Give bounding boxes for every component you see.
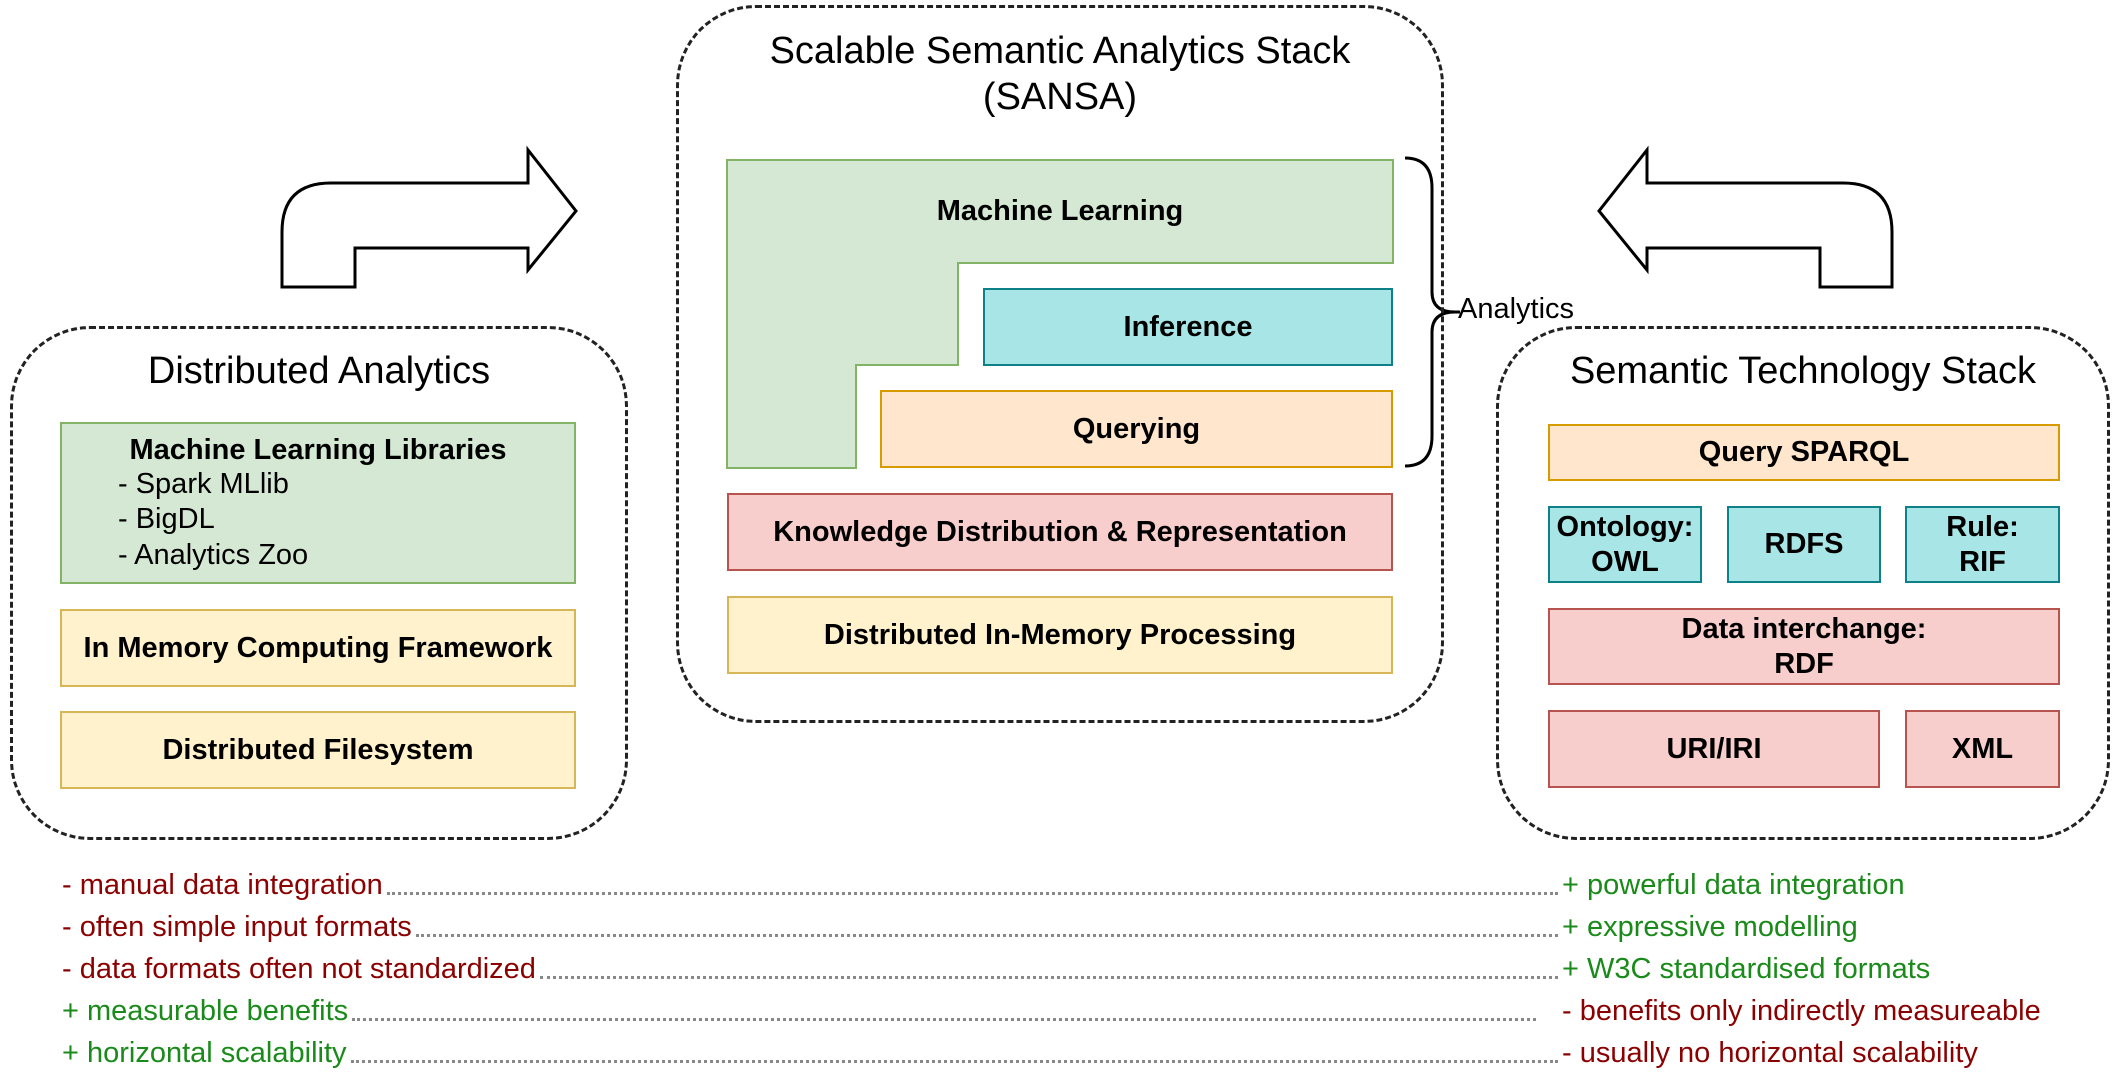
- rule-box: Rule: RIF: [1905, 506, 2060, 583]
- distributed-title: Distributed Analytics: [147, 350, 491, 392]
- rdfs-box: RDFS: [1727, 506, 1881, 583]
- dotted-leader: [386, 892, 1558, 895]
- comparison-right: - benefits only indirectly measureable: [1562, 995, 2041, 1027]
- list-item: - Spark MLlib: [118, 468, 289, 500]
- ontology-box: Ontology: OWL: [1548, 506, 1702, 583]
- in-memory-box: In Memory Computing Framework: [60, 609, 576, 687]
- dotted-leader: [539, 976, 1558, 979]
- machine-learning-label: Machine Learning: [936, 195, 1184, 227]
- knowledge-layer: Knowledge Distribution & Representation: [727, 493, 1393, 571]
- comparison-row: + horizontal scalability - usually no ho…: [62, 1034, 2052, 1068]
- list-item: - Analytics Zoo: [118, 538, 309, 571]
- comparison-right: + expressive modelling: [1562, 911, 1858, 943]
- dotted-leader: [352, 1018, 1536, 1021]
- comparison-left: + horizontal scalability: [62, 1037, 347, 1069]
- semantic-title: Semantic Technology Stack: [1569, 350, 2037, 392]
- comparison-row: - often simple input formats + expressiv…: [62, 908, 2052, 942]
- query-sparql-box: Query SPARQL: [1548, 424, 2060, 481]
- ml-libraries-list: - Spark MLlib - BigDL - Analytics Zoo: [118, 467, 574, 573]
- dotted-leader: [415, 934, 1558, 937]
- processing-layer: Distributed In-Memory Processing: [727, 596, 1393, 674]
- ml-libraries-title: Machine Learning Libraries: [129, 434, 507, 466]
- comparison-section: - manual data integration + powerful dat…: [62, 866, 2052, 1068]
- inference-layer: Inference: [983, 288, 1393, 366]
- filesystem-box: Distributed Filesystem: [60, 711, 576, 789]
- comparison-left: + measurable benefits: [62, 995, 349, 1027]
- comparison-left: - manual data integration: [62, 869, 383, 901]
- dotted-leader: [350, 1060, 1558, 1063]
- comparison-row: - data formats often not standardized + …: [62, 950, 2052, 984]
- comparison-row: + measurable benefits - benefits only in…: [62, 992, 2052, 1026]
- xml-box: XML: [1905, 710, 2060, 788]
- comparison-left: - data formats often not standardized: [62, 953, 536, 985]
- uri-iri-box: URI/IRI: [1548, 710, 1880, 788]
- data-interchange-box: Data interchange: RDF: [1548, 608, 2060, 685]
- comparison-row: - manual data integration + powerful dat…: [62, 866, 2052, 900]
- comparison-right: + powerful data integration: [1562, 869, 1905, 901]
- list-item: - BigDL: [118, 503, 215, 536]
- comparison-left: - often simple input formats: [62, 911, 412, 943]
- comparison-right: - usually no horizontal scalability: [1562, 1037, 1978, 1069]
- querying-layer: Querying: [880, 390, 1393, 468]
- ml-libraries-box: Machine Learning Libraries - Spark MLlib…: [60, 422, 576, 584]
- comparison-right: + W3C standardised formats: [1562, 953, 1931, 985]
